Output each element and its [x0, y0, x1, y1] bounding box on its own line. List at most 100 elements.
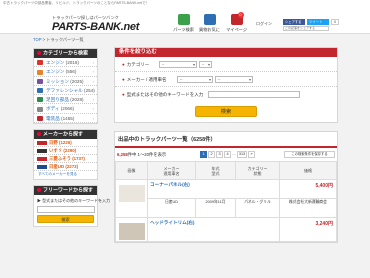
freeword-input[interactable]: [37, 206, 95, 214]
page-link[interactable]: 3: [216, 151, 223, 158]
category-label: デファレンシャル: [46, 87, 83, 93]
facebook-share-button[interactable]: シェアする: [283, 19, 305, 25]
freeword-box: フリーワードから探す ▶ 型式またはその他のキーワードを入力 検索: [33, 185, 111, 228]
maker-label: 三菱ふそう: [49, 156, 71, 162]
category-icon: [37, 106, 43, 112]
search-button[interactable]: 検索: [195, 106, 257, 117]
freeword-search-button[interactable]: 検索: [37, 215, 94, 224]
result-range: 件中 1～20件を表示: [127, 152, 167, 157]
bullet-icon: ●: [122, 92, 125, 97]
nav-parts-search[interactable]: パーツ検索: [171, 14, 196, 36]
pagination: 1 2 3 4… 313»: [200, 151, 256, 159]
sidebar-category-item[interactable]: 電装品 (1455) ›: [34, 114, 97, 124]
maker-count: (1737): [72, 156, 85, 162]
sidebar-maker-item[interactable]: 日産UD (2273): [34, 163, 97, 172]
site-logo[interactable]: トラックパーツ探しはパーツバンク PARTS-BANK.net: [52, 15, 139, 33]
category-select[interactable]: --: [159, 61, 197, 68]
sidebar-category-item[interactable]: エンジン (2016) ›: [34, 58, 97, 68]
page-ellipsis: …: [232, 152, 236, 159]
sidebar-maker-item[interactable]: 日野 (1226): [34, 139, 97, 148]
nav-label: パーツ検索: [173, 27, 194, 32]
part-image[interactable]: [118, 185, 145, 202]
col-price: 価格: [279, 161, 337, 180]
maker-select[interactable]: --: [177, 76, 213, 83]
next-page-link[interactable]: »: [248, 151, 255, 158]
chevron-right-icon: ›: [92, 60, 94, 65]
main-content: 条件を絞り込む ●カテゴリー -- -- ●メーカー / 適用車名 -- -- …: [114, 47, 338, 243]
table-row[interactable]: ヘッドライトリム(右) 3,240円: [115, 217, 337, 242]
category-count: (1455): [61, 115, 75, 121]
chevron-right-icon: ›: [92, 106, 94, 112]
chevron-right-icon: ›: [92, 78, 94, 84]
maker-header: メーカーから探す: [34, 130, 97, 140]
category-label: 足回り部品: [46, 97, 69, 103]
sidebar-maker-item[interactable]: 三菱ふそう (1737): [34, 155, 97, 164]
page-link[interactable]: 4: [224, 151, 231, 158]
logo-text: PARTS-BANK.net: [52, 21, 140, 33]
page-link[interactable]: 313: [237, 151, 247, 158]
maker-logo-icon: [37, 148, 47, 153]
result-count: 6,258件中 1～20件を表示: [117, 152, 166, 158]
item-shop[interactable]: 株式会社大新運輸商会: [279, 198, 337, 218]
sidebar-category-item[interactable]: 足回り部品 (2028) ›: [34, 95, 97, 105]
keyword-input[interactable]: [208, 91, 300, 98]
search-panel: 条件を絞り込む ●カテゴリー -- -- ●メーカー / 適用車名 -- -- …: [114, 47, 338, 123]
col-year: 年式 型式: [195, 161, 236, 180]
category-count: (2025): [70, 78, 84, 84]
item-title[interactable]: ヘッドライトリム(右): [147, 217, 280, 242]
item-title[interactable]: コーナーパネル(右): [147, 179, 280, 199]
item-type: パネル・グリル: [235, 198, 280, 218]
listing-title: 出品中のトラックパーツ一覧（6258件）: [115, 132, 337, 148]
page-link[interactable]: 1: [200, 151, 207, 158]
share-text: この記事をシェアする: [283, 26, 329, 31]
maker-logo-icon: [37, 164, 47, 169]
category-header: カテゴリーから検索: [34, 49, 97, 58]
row-label: カテゴリー: [126, 62, 150, 67]
freeword-header: フリーワードから探す: [34, 186, 97, 196]
sidebar-category-item[interactable]: ミッション (2025) ›: [34, 77, 97, 86]
page-link[interactable]: 2: [208, 151, 215, 158]
bullet-icon: [37, 188, 41, 193]
category-icon: [37, 116, 43, 122]
category-count: (556): [65, 69, 77, 75]
listing-table: 画像 メーカー 適用車名 年式 型式 カテゴリー 状態 価格 コーナーパネル(右…: [115, 161, 337, 242]
category-title: カテゴリーから検索: [43, 50, 89, 57]
sidebar-maker-item[interactable]: いすゞ (2290): [34, 147, 97, 156]
category-count: (2028): [70, 97, 84, 103]
category-icon: [37, 69, 43, 75]
freeword-form: ▶ 型式またはその他のキーワードを入力 検索: [34, 195, 111, 226]
sidebar-category-item[interactable]: エンジン (556) ›: [34, 67, 97, 77]
result-total: 6,258: [117, 152, 128, 157]
subcategory-select[interactable]: --: [199, 61, 212, 68]
category-count: (2016): [65, 60, 79, 65]
sidebar-category-item[interactable]: ボディ (2066) ›: [34, 104, 97, 114]
item-maker: 日産UD: [147, 198, 196, 218]
nav-favorites[interactable]: 買物お気に: [197, 14, 222, 36]
login-link[interactable]: ログイン: [256, 21, 272, 27]
row-thumbnail-cell: [115, 217, 148, 242]
nav-label: 買物お気に: [199, 27, 220, 32]
nav-mypage[interactable]: 0 マイページ: [224, 12, 249, 36]
vehicle-select[interactable]: --: [215, 76, 253, 83]
row-label: 型式またはその他のキーワードを入力: [126, 92, 204, 97]
maker-title: メーカーから探す: [43, 131, 84, 138]
maker-box: メーカーから探す 日野 (1226) いすゞ (2290) 三菱ふそう (173…: [33, 129, 98, 181]
nav-label: マイページ: [226, 27, 247, 32]
header: トラックパーツ探しはパーツバンク PARTS-BANK.net パーツ検索 買物…: [0, 6, 370, 34]
maker-logo-icon: [37, 140, 47, 145]
tweet-button[interactable]: ツイート: [307, 19, 329, 25]
all-makers-link[interactable]: すべてのメーカーを見る: [34, 171, 97, 179]
row-label: メーカー / 適用車名: [126, 77, 167, 82]
notification-badge: 0: [237, 12, 244, 18]
save-search-button[interactable]: この検索条件を保存する: [284, 151, 335, 158]
bullet-icon: [37, 51, 41, 55]
maker-count: (1226): [59, 140, 72, 146]
bullet-icon: ●: [122, 77, 125, 82]
category-label: ミッション: [46, 78, 69, 84]
freeword-label: ▶ 型式またはその他のキーワードを入力: [37, 198, 111, 204]
chevron-right-icon: ›: [92, 97, 94, 103]
sidebar-category-item[interactable]: デファレンシャル (254) ›: [34, 86, 97, 96]
part-image[interactable]: [118, 223, 145, 240]
table-row[interactable]: コーナーパネル(右) 5,400円: [115, 179, 337, 218]
breadcrumb: TOP > トラックパーツ一覧: [33, 37, 84, 43]
